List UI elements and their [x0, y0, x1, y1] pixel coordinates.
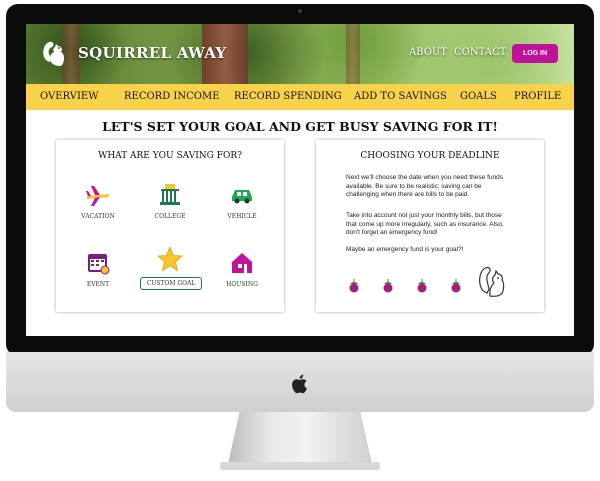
nav-add-to-savings[interactable]: ADD TO SAVINGS — [354, 91, 447, 102]
goal-option-custom[interactable]: CUSTOM GOAL — [140, 246, 202, 290]
goal-option-housing[interactable]: HOUSING — [212, 250, 272, 288]
custom-goal-input[interactable]: CUSTOM GOAL — [140, 277, 202, 290]
goal-option-vacation[interactable]: VACATION — [68, 182, 128, 220]
main-nav: OVERVIEW RECORD INCOME RECORD SPENDING A… — [26, 84, 574, 110]
camera-dot — [298, 9, 302, 13]
brand-name: SQUIRREL AWAY — [78, 44, 227, 62]
car-icon — [232, 190, 252, 204]
deadline-card-title: CHOOSING YOUR DEADLINE — [360, 151, 500, 161]
goal-label-event: EVENT — [86, 281, 110, 288]
star-icon — [157, 246, 183, 272]
deadline-paragraph: Take into account not just your monthly … — [346, 212, 504, 236]
goal-card-title: WHAT ARE YOU SAVING FOR? — [98, 151, 242, 161]
contact-link[interactable]: CONTACT — [454, 47, 506, 58]
nav-overview[interactable]: OVERVIEW — [40, 91, 98, 102]
nav-goals[interactable]: GOALS — [460, 91, 497, 102]
nav-record-spending[interactable]: RECORD SPENDING — [234, 91, 342, 102]
app-screen: SQUIRREL AWAY ABOUT CONTACT LOG IN OVERV… — [26, 24, 574, 336]
login-button[interactable]: LOG IN — [512, 44, 558, 63]
acorn-step-icon — [417, 279, 427, 293]
goal-label-college: COLLEGE — [154, 213, 186, 220]
monitor-stand-foot — [220, 462, 380, 470]
nav-record-income[interactable]: RECORD INCOME — [124, 91, 220, 102]
apple-logo-icon — [292, 374, 307, 394]
goal-selection-card: WHAT ARE YOU SAVING FOR? VACATION COLLEG… — [56, 140, 284, 312]
airplane-icon — [86, 186, 109, 206]
deadline-paragraph: Next we'll choose the date when you need… — [346, 174, 503, 198]
goal-label-vehicle: VEHICLE — [227, 213, 257, 220]
deadline-paragraph: Maybe an emergency fund is your goal?! — [346, 246, 464, 253]
goal-label-housing: HOUSING — [226, 281, 258, 288]
goal-label-vacation: VACATION — [81, 213, 115, 220]
tree-trunk — [346, 24, 360, 84]
brand-logo[interactable]: SQUIRREL AWAY — [40, 36, 226, 70]
about-link[interactable]: ABOUT — [409, 47, 447, 58]
page-headline: LET'S SET YOUR GOAL AND GET BUSY SAVING … — [102, 119, 498, 134]
calendar-icon — [88, 254, 110, 275]
acorn-step-icon — [349, 279, 359, 293]
house-icon — [232, 253, 252, 273]
acorn-step-icon — [451, 279, 461, 293]
hero-banner: SQUIRREL AWAY ABOUT CONTACT LOG IN — [26, 24, 574, 84]
goal-option-event[interactable]: EVENT — [68, 250, 128, 288]
goal-option-college[interactable]: COLLEGE — [140, 182, 200, 220]
squirrel-mascot-icon — [479, 267, 505, 297]
goal-option-vehicle[interactable]: VEHICLE — [212, 182, 272, 220]
acorn-step-icon — [383, 279, 393, 293]
squirrel-logo-icon — [43, 41, 64, 66]
monitor-stand — [228, 412, 372, 464]
nav-profile[interactable]: PROFILE — [514, 91, 561, 102]
college-building-icon — [160, 184, 180, 205]
